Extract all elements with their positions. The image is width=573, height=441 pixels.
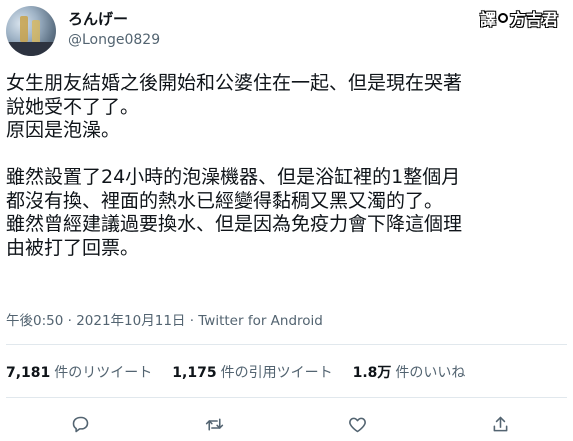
tweet-text: 女生朋友結婚之後開始和公婆住在一起、但是現在哭著 說她受不了了。 原因是泡澡。 … bbox=[6, 72, 463, 259]
watermark-dot-icon bbox=[498, 13, 509, 23]
share-button[interactable] bbox=[486, 410, 514, 438]
retweets-stat[interactable]: 7,181 件のリツイート bbox=[6, 364, 152, 382]
watermark-left: 譯 bbox=[480, 10, 497, 29]
divider bbox=[6, 397, 567, 398]
avatar[interactable] bbox=[6, 6, 56, 56]
tweet-stats: 7,181 件のリツイート 1,175 件の引用ツイート 1.8万 件のいいね bbox=[6, 364, 485, 382]
retweet-button[interactable] bbox=[200, 410, 228, 438]
like-icon bbox=[348, 417, 366, 432]
reply-button[interactable] bbox=[66, 410, 94, 438]
share-icon bbox=[493, 416, 507, 431]
tweet-actions bbox=[0, 410, 573, 438]
user-handle[interactable]: @Longe0829 bbox=[68, 31, 160, 49]
tweet-timestamp[interactable]: 午後0:50 · 2021年10月11日 · Twitter for Andro… bbox=[6, 312, 323, 330]
retweets-count: 7,181 bbox=[6, 365, 51, 381]
likes-count: 1.8万 bbox=[352, 365, 392, 381]
translator-watermark: 譯 方吉君 bbox=[476, 6, 563, 30]
quotes-count: 1,175 bbox=[172, 365, 217, 381]
quotes-label: 件の引用ツイート bbox=[220, 365, 333, 381]
avatar-table bbox=[6, 42, 56, 56]
avatar-glass-left bbox=[20, 16, 28, 42]
avatar-glass-right bbox=[32, 20, 40, 44]
quotes-stat[interactable]: 1,175 件の引用ツイート bbox=[172, 364, 332, 382]
retweet-icon bbox=[205, 417, 223, 431]
divider bbox=[6, 344, 567, 345]
likes-label: 件のいいね bbox=[395, 365, 466, 381]
retweets-label: 件のリツイート bbox=[54, 365, 153, 381]
reply-icon bbox=[72, 416, 88, 432]
watermark-right: 方吉君 bbox=[510, 10, 559, 29]
likes-stat[interactable]: 1.8万 件のいいね bbox=[353, 364, 466, 382]
display-name[interactable]: ろんげー bbox=[68, 9, 128, 29]
like-button[interactable] bbox=[343, 410, 371, 438]
